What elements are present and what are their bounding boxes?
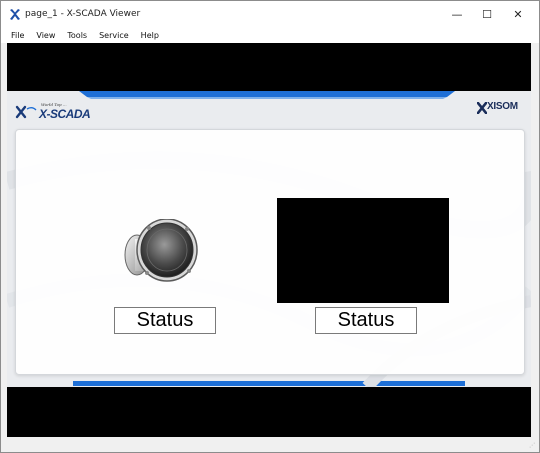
maximize-button[interactable]: ☐	[472, 1, 502, 28]
status-button-right[interactable]: Status	[315, 307, 417, 334]
x-scada-logo-icon	[15, 105, 37, 119]
menu-help[interactable]: Help	[136, 31, 164, 40]
bottom-black-band	[7, 387, 531, 437]
scada-canvas: World Top ... X-SCADA XISOM Status Statu…	[7, 91, 531, 387]
menu-file[interactable]: File	[6, 31, 29, 40]
logo-left-text: X-SCADA	[39, 107, 91, 121]
status-button-left[interactable]: Status	[114, 307, 216, 334]
menu-service[interactable]: Service	[94, 31, 134, 40]
display-widget[interactable]	[277, 198, 449, 303]
logo-right-text: XISOM	[487, 101, 518, 112]
resize-grip-icon[interactable]: ⋰	[529, 442, 537, 450]
menu-bar: File View Tools Service Help	[1, 28, 539, 43]
title-bar: page_1 - X-SCADA Viewer — ☐ ✕	[1, 1, 539, 28]
app-icon	[10, 9, 20, 20]
minimize-button[interactable]: —	[442, 1, 472, 28]
close-button[interactable]: ✕	[503, 1, 533, 28]
xisom-logo: XISOM	[477, 101, 527, 115]
x-scada-logo: World Top ... X-SCADA	[15, 99, 95, 121]
speaker-icon[interactable]	[119, 219, 203, 285]
menu-tools[interactable]: Tools	[62, 31, 92, 40]
xisom-logo-icon	[477, 102, 487, 114]
menu-view[interactable]: View	[31, 31, 60, 40]
app-window: page_1 - X-SCADA Viewer — ☐ ✕ File View …	[0, 0, 540, 453]
window-title: page_1 - X-SCADA Viewer	[25, 9, 141, 19]
top-black-band	[7, 43, 531, 91]
